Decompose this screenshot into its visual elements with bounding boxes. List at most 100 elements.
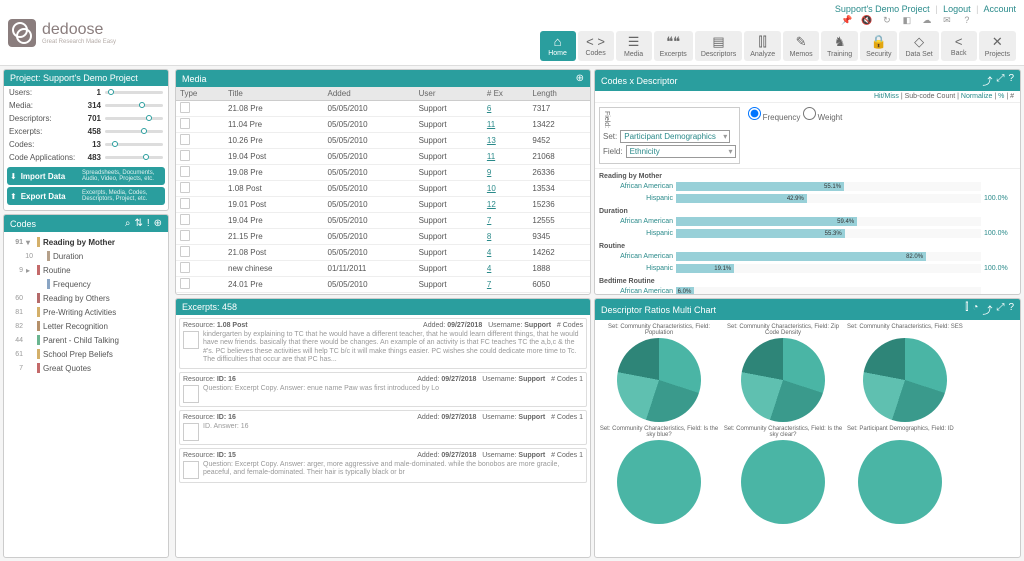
pct-toggle[interactable]: % — [998, 93, 1004, 100]
code-item[interactable]: 81Pre-Writing Activities — [7, 305, 165, 319]
stat-slider[interactable] — [105, 91, 163, 94]
col-header[interactable]: Title — [224, 87, 323, 101]
normalize-toggle[interactable]: Normalize — [961, 93, 993, 100]
radio-frequency[interactable]: Frequency — [748, 113, 801, 122]
excerpt-item[interactable]: Resource: ID: 16Added: 09/27/2018 Userna… — [179, 372, 587, 407]
media-ex[interactable]: 7 — [483, 213, 529, 229]
code-item[interactable]: 9▸Routine — [7, 263, 165, 277]
media-ex[interactable]: 7 — [483, 277, 529, 293]
nav-media[interactable]: ☰Media — [616, 31, 652, 61]
nav-home[interactable]: ⌂Home — [540, 31, 576, 61]
pie-cell[interactable]: Set: Community Characteristics, Field: S… — [847, 324, 963, 422]
chart-bar[interactable]: 19.1% — [676, 264, 981, 273]
search-icon[interactable]: ⌕ — [125, 218, 131, 229]
code-item[interactable]: 60Reading by Others — [7, 291, 165, 305]
logout-link[interactable]: Logout — [943, 4, 971, 14]
excerpt-item[interactable]: Resource: 1.08 PostAdded: 09/27/2018 Use… — [179, 318, 587, 369]
chart-bar[interactable]: 59.4% — [676, 217, 981, 226]
code-item[interactable]: 10Duration — [7, 249, 165, 263]
pin-icon[interactable]: 📌 — [841, 14, 853, 26]
table-row[interactable]: 5.2 Post05/05/2010Support510952 — [176, 293, 590, 295]
export2-icon[interactable]: ⤴ — [982, 302, 992, 317]
media-ex[interactable]: 11 — [483, 149, 529, 165]
add-icon[interactable]: ⊕ — [154, 218, 162, 229]
chart-bar[interactable]: 55.1% — [676, 182, 981, 191]
cloud-icon[interactable]: ☁ — [921, 14, 933, 26]
pie-cell[interactable]: Set: Participant Demographics, Field: ID — [847, 426, 954, 524]
chart-bar[interactable]: 42.9% — [676, 194, 981, 203]
chart-icon[interactable]: ⫿ — [965, 302, 968, 317]
info-icon[interactable]: ! — [147, 218, 150, 229]
table-row[interactable]: 21.08 Post05/05/2010Support414262 — [176, 245, 590, 261]
nav-codes[interactable]: < >Codes — [578, 31, 614, 61]
refresh-icon[interactable]: ↻ — [881, 14, 893, 26]
pie-cell[interactable]: Set: Community Characteristics, Field: I… — [599, 426, 719, 524]
table-row[interactable]: 19.04 Pre05/05/2010Support712555 — [176, 213, 590, 229]
table-row[interactable]: new chinese01/11/2011Support41888 — [176, 261, 590, 277]
num-toggle[interactable]: # — [1010, 93, 1014, 100]
media-ex[interactable]: 8 — [483, 229, 529, 245]
col-header[interactable]: Type — [176, 87, 224, 101]
code-item[interactable]: 91▾Reading by Mother — [7, 235, 165, 249]
table-row[interactable]: 10.26 Pre05/05/2010Support139452 — [176, 133, 590, 149]
col-header[interactable]: User — [415, 87, 483, 101]
pie-icon[interactable]: ◔ — [972, 302, 978, 317]
chart-bar[interactable]: 55.3% — [676, 229, 981, 238]
media-ex[interactable]: 6 — [483, 101, 529, 117]
field-dropdown[interactable]: Ethnicity — [626, 145, 736, 158]
help-panel-icon[interactable]: ? — [1008, 73, 1014, 88]
code-item[interactable]: 61School Prep Beliefs — [7, 347, 165, 361]
pie-cell[interactable]: Set: Community Characteristics, Field: Z… — [723, 324, 843, 422]
stat-slider[interactable] — [105, 104, 163, 107]
radio-weight[interactable]: Weight — [803, 113, 843, 122]
table-row[interactable]: 1.08 Post05/05/2010Support1013534 — [176, 181, 590, 197]
window-icon[interactable]: ◧ — [901, 14, 913, 26]
import-data-button[interactable]: ⬇ Import Data Spreadsheets, Documents, A… — [7, 167, 165, 185]
nav-descriptors[interactable]: ▤Descriptors — [695, 31, 742, 61]
hitmiss-toggle[interactable]: Hit/Miss — [874, 93, 899, 100]
account-link[interactable]: Account — [983, 4, 1016, 14]
excerpt-item[interactable]: Resource: ID: 15Added: 09/27/2018 Userna… — [179, 448, 587, 483]
media-ex[interactable]: 5 — [483, 293, 529, 295]
set-dropdown[interactable]: Participant Demographics — [620, 130, 730, 143]
stat-slider[interactable] — [105, 156, 163, 159]
stat-slider[interactable] — [105, 130, 163, 133]
media-ex[interactable]: 12 — [483, 197, 529, 213]
nav-dataset[interactable]: ◇Data Set — [899, 31, 938, 61]
export-icon[interactable]: ⤴ — [982, 73, 992, 88]
media-ex[interactable]: 10 — [483, 181, 529, 197]
chart-bar[interactable]: 6.0% — [676, 287, 981, 294]
table-row[interactable]: 19.08 Pre05/05/2010Support926336 — [176, 165, 590, 181]
table-row[interactable]: 21.08 Pre05/05/2010Support67317 — [176, 101, 590, 117]
nav-security[interactable]: 🔒Security — [860, 31, 897, 61]
code-item[interactable]: 82Letter Recognition — [7, 319, 165, 333]
table-row[interactable]: 21.15 Pre05/05/2010Support89345 — [176, 229, 590, 245]
tree-toggle-icon[interactable]: ▾ — [26, 238, 34, 247]
col-header[interactable]: Length — [528, 87, 590, 101]
subcode-toggle[interactable]: Sub-code Count — [905, 93, 956, 100]
help-icon[interactable]: ? — [961, 14, 973, 26]
expand-icon[interactable]: ⤢ — [996, 73, 1004, 88]
tree-toggle-icon[interactable]: ▸ — [26, 266, 34, 275]
add-media-icon[interactable]: ⊕ — [576, 73, 584, 84]
media-ex[interactable]: 9 — [483, 165, 529, 181]
pie-cell[interactable]: Set: Community Characteristics, Field: P… — [599, 324, 719, 422]
expand2-icon[interactable]: ⤢ — [996, 302, 1004, 317]
code-item[interactable]: 44Parent - Child Talking — [7, 333, 165, 347]
table-row[interactable]: 11.04 Pre05/05/2010Support1113422 — [176, 117, 590, 133]
stat-slider[interactable] — [105, 143, 163, 146]
project-link[interactable]: Support's Demo Project — [835, 4, 930, 14]
stat-slider[interactable] — [105, 117, 163, 120]
media-ex[interactable]: 4 — [483, 245, 529, 261]
nav-projects[interactable]: ✕Projects — [979, 31, 1016, 61]
mail-icon[interactable]: ✉ — [941, 14, 953, 26]
code-item[interactable]: 7Great Quotes — [7, 361, 165, 375]
media-ex[interactable]: 11 — [483, 117, 529, 133]
nav-analyze[interactable]: ⫿⫿Analyze — [744, 31, 781, 61]
table-row[interactable]: 19.01 Post05/05/2010Support1215236 — [176, 197, 590, 213]
volume-icon[interactable]: 🔇 — [861, 14, 873, 26]
media-ex[interactable]: 13 — [483, 133, 529, 149]
help2-icon[interactable]: ? — [1008, 302, 1014, 317]
nav-training[interactable]: ♞Training — [821, 31, 858, 61]
table-row[interactable]: 19.04 Post05/05/2010Support1121068 — [176, 149, 590, 165]
